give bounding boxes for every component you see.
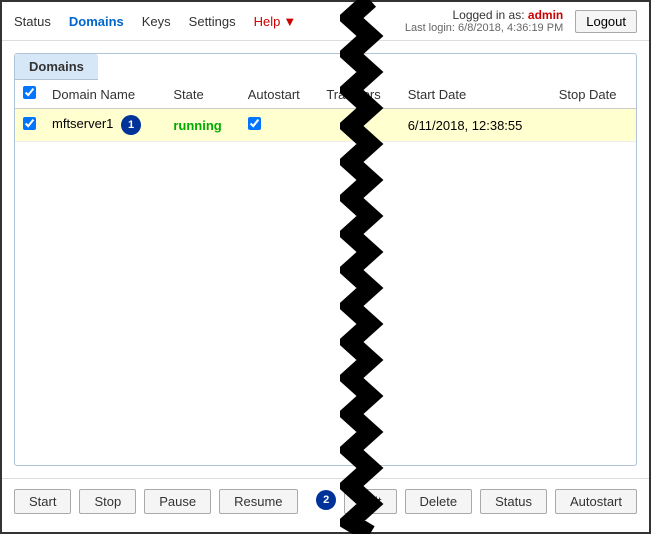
start-button[interactable]: Start (14, 489, 71, 514)
select-all-checkbox[interactable] (23, 86, 36, 99)
col-autostart: Autostart (240, 80, 319, 109)
nav-status[interactable]: Status (14, 14, 51, 29)
nav-help-label: Help (254, 14, 281, 29)
col-start-date: Start Date (400, 80, 551, 109)
admin-username: admin (528, 8, 563, 22)
table-row[interactable]: mftserver1 1 running 6/11/2018, 12:38:55 (15, 109, 636, 142)
col-transfers: Transfers (318, 80, 399, 109)
col-checkbox (15, 80, 44, 109)
last-login-value: 6/8/2018, 4:36:19 PM (458, 22, 563, 34)
nav-settings[interactable]: Settings (189, 14, 236, 29)
row-checkbox[interactable] (23, 117, 36, 130)
status-button[interactable]: Status (480, 489, 547, 514)
row-state: running (165, 109, 239, 142)
logged-in-label: Logged in as: (452, 8, 524, 22)
nav-help[interactable]: Help ▼ (254, 14, 297, 29)
panel-tab[interactable]: Domains (15, 54, 98, 80)
col-stop-date: Stop Date (551, 80, 636, 109)
col-domain-name: Domain Name (44, 80, 165, 109)
row-autostart (240, 109, 319, 142)
row-stop-date (551, 109, 636, 142)
footer-toolbar: Start Stop Pause Resume 2 Edit Delete St… (2, 478, 649, 524)
row-start-date: 6/11/2018, 12:38:55 (400, 109, 551, 142)
edit-button[interactable]: Edit (344, 489, 396, 514)
domain-badge: 1 (121, 115, 141, 135)
action-badge: 2 (316, 490, 336, 510)
domains-panel: Domains Domain Name State Autostart Tran… (14, 53, 637, 466)
domain-name-text: mftserver1 (52, 116, 113, 131)
stop-button[interactable]: Stop (79, 489, 136, 514)
row-checkbox-cell (15, 109, 44, 142)
autostart-checkbox[interactable] (248, 117, 261, 130)
nav-domains[interactable]: Domains (69, 14, 124, 29)
nav-keys[interactable]: Keys (142, 14, 171, 29)
col-state: State (165, 80, 239, 109)
delete-button[interactable]: Delete (405, 489, 473, 514)
login-info: Logged in as: admin Last login: 6/8/2018… (405, 8, 563, 34)
logout-button[interactable]: Logout (575, 10, 637, 33)
chevron-down-icon: ▼ (283, 14, 296, 29)
header-right: Logged in as: admin Last login: 6/8/2018… (405, 8, 637, 34)
last-login-label: Last login: (405, 22, 455, 34)
pause-button[interactable]: Pause (144, 489, 211, 514)
row-domain-name: mftserver1 1 (44, 109, 165, 142)
row-transfers (318, 109, 399, 142)
autostart-button[interactable]: Autostart (555, 489, 637, 514)
domains-table: Domain Name State Autostart Transfers St… (15, 80, 636, 142)
header: Status Domains Keys Settings Help ▼ Logg… (2, 2, 649, 41)
main-content: Domains Domain Name State Autostart Tran… (2, 41, 649, 478)
nav-links: Status Domains Keys Settings Help ▼ (14, 14, 296, 29)
resume-button[interactable]: Resume (219, 489, 297, 514)
